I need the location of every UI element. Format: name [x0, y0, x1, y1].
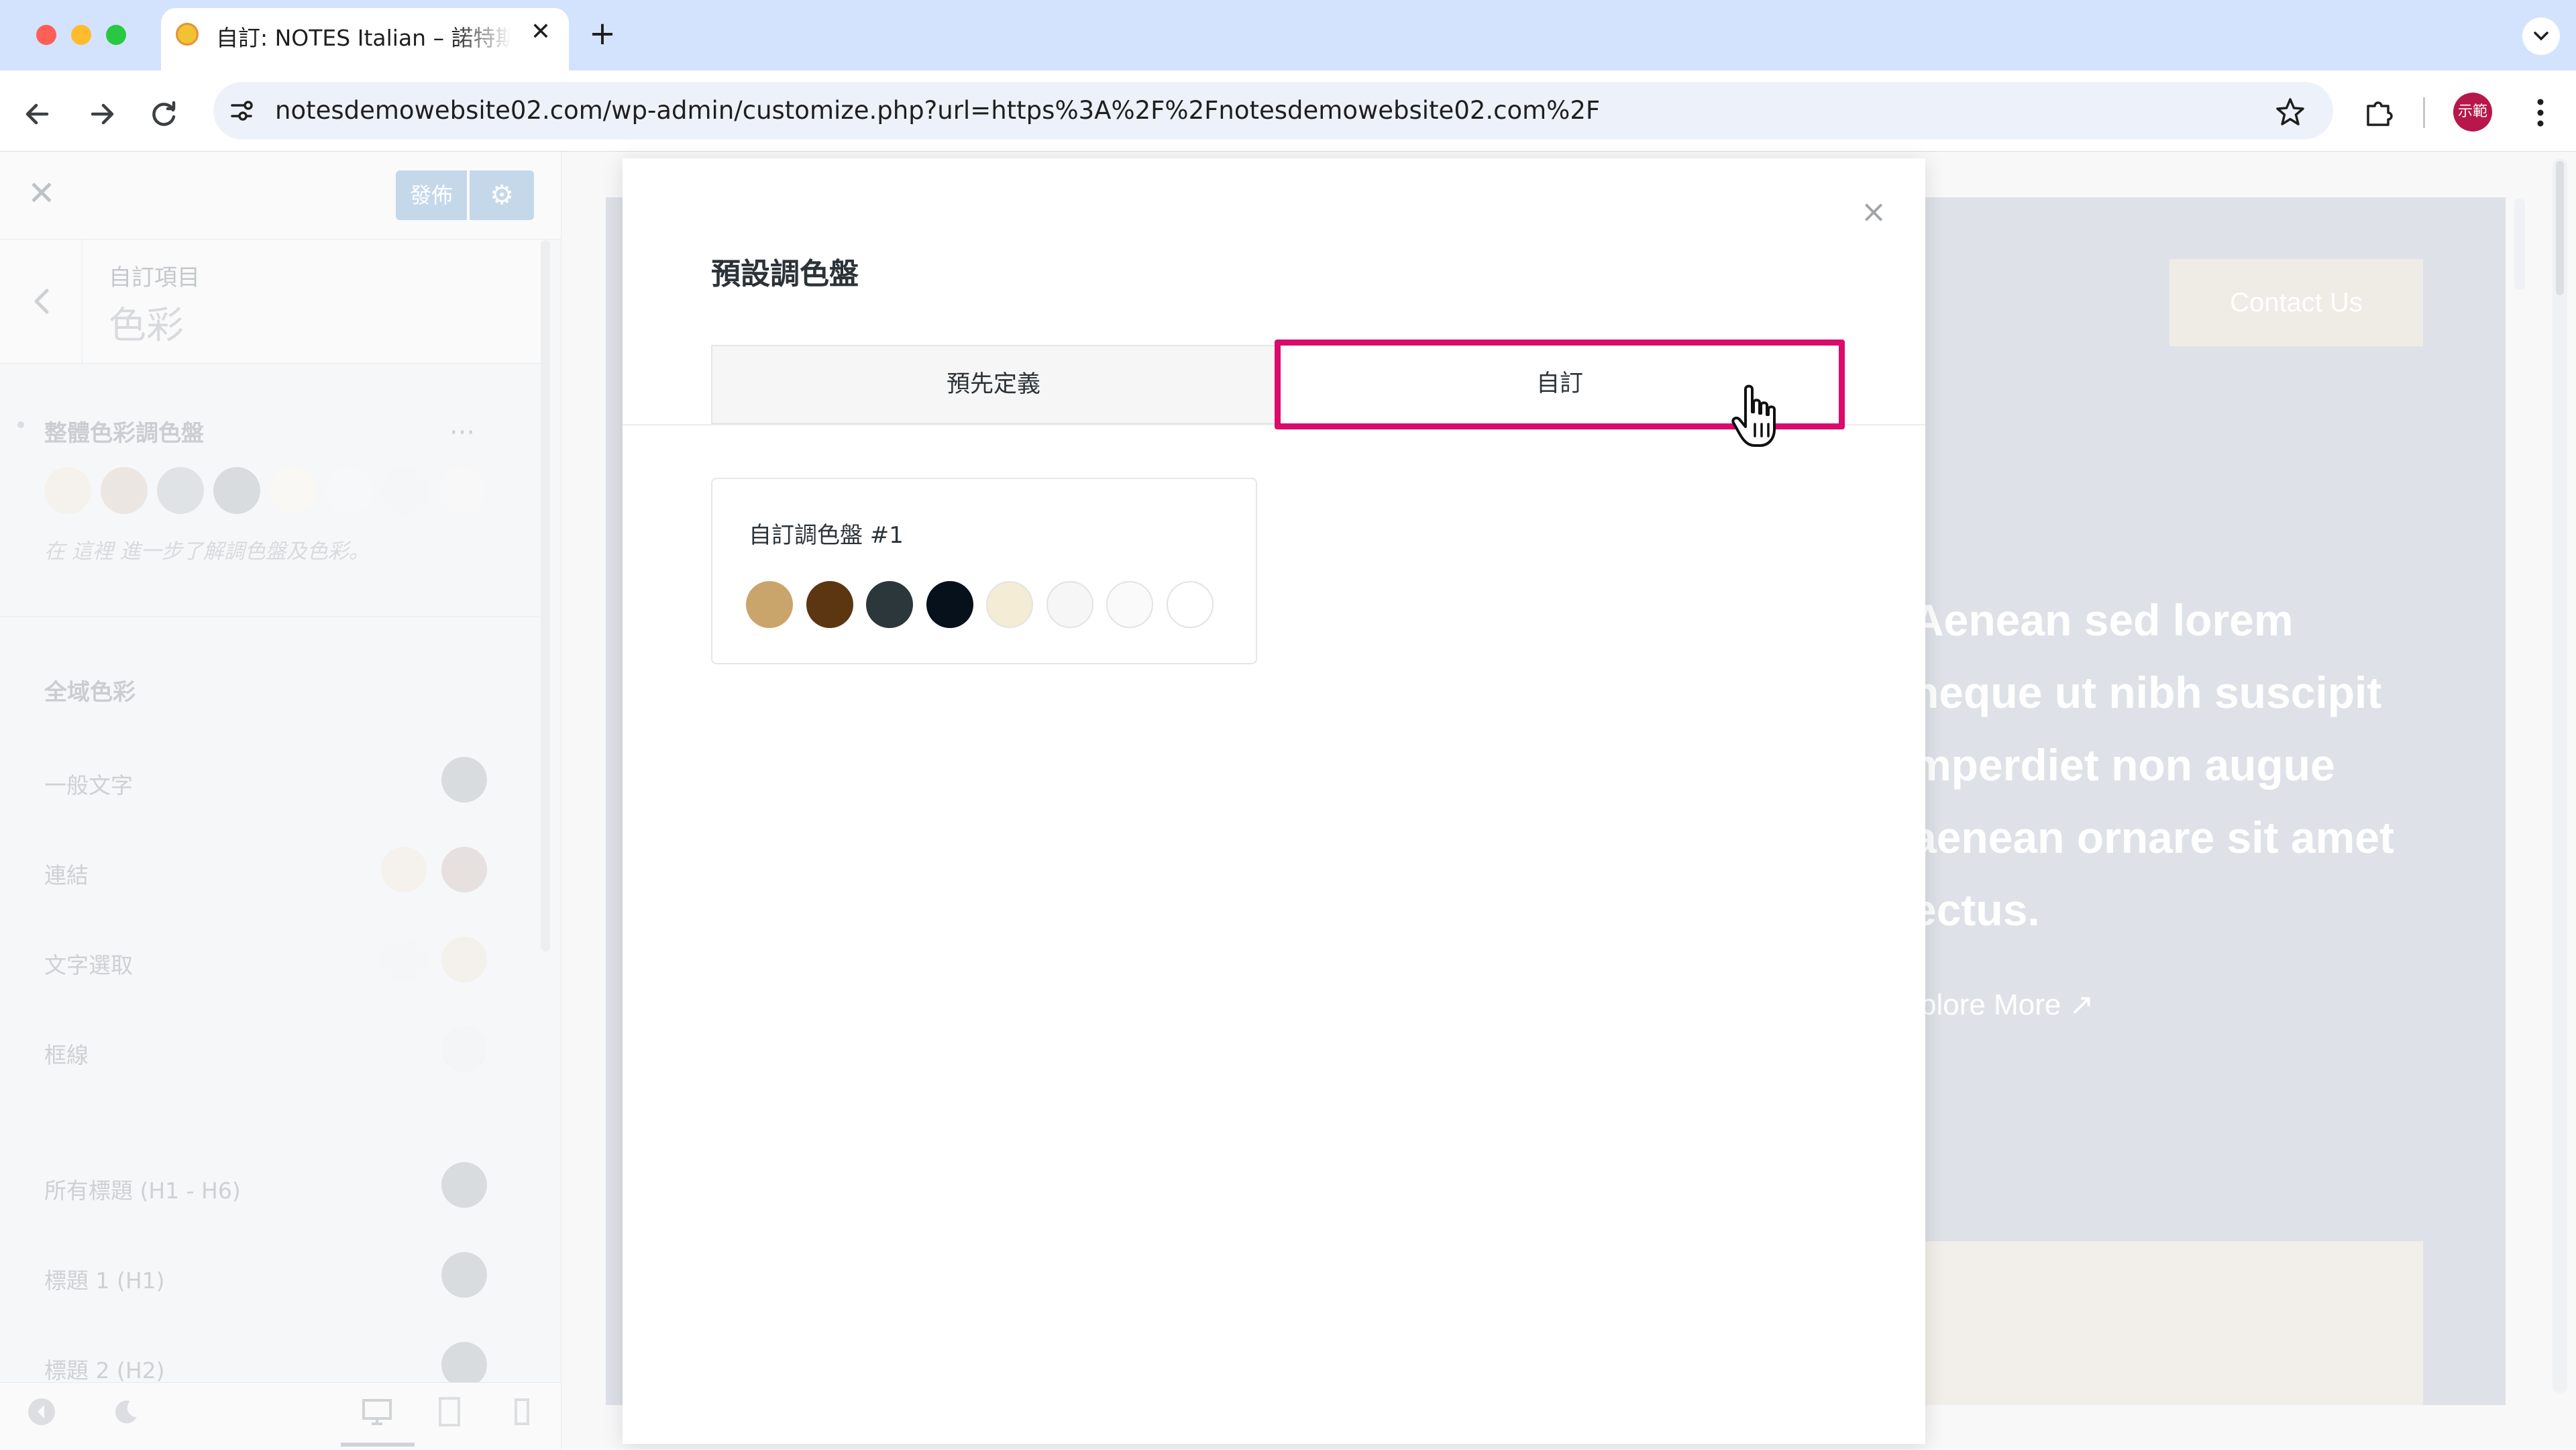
palette-color-swatch: [986, 581, 1033, 628]
palette-color-swatch: [1046, 581, 1093, 628]
back-arrow-icon[interactable]: [17, 94, 58, 134]
palette-color-swatch: [1166, 581, 1214, 628]
palette-color-swatch: [806, 581, 853, 628]
window-minimize-button[interactable]: [71, 25, 91, 45]
pointer-hand-cursor-icon: [1731, 384, 1776, 447]
palette-name: 自訂調色盤 #1: [749, 522, 904, 549]
bookmark-star-icon[interactable]: [2271, 94, 2309, 132]
window-zoom-button[interactable]: [106, 25, 126, 45]
palette-color-swatch: [746, 581, 793, 628]
chevron-down-icon: [2534, 32, 2548, 41]
new-tab-button[interactable]: +: [584, 16, 621, 54]
forward-arrow-icon[interactable]: [82, 94, 122, 134]
custom-palette-card[interactable]: [711, 478, 1257, 664]
palette-color-swatch: [926, 581, 973, 628]
site-favicon-icon: [176, 23, 199, 46]
toolbar-divider: [2423, 97, 2425, 128]
tab-search-button[interactable]: [2522, 17, 2560, 55]
profile-avatar[interactable]: 示範: [2453, 93, 2492, 132]
palette-color-swatch: [1106, 581, 1153, 628]
palette-color-swatch: [866, 581, 913, 628]
modal-title: 預設調色盤: [711, 257, 859, 291]
extensions-puzzle-icon[interactable]: [2360, 93, 2400, 133]
reload-icon[interactable]: [144, 94, 184, 134]
tab-title: 自訂: NOTES Italian – 諾特斯義: [216, 25, 511, 48]
url-text[interactable]: notesdemowebsite02.com/wp-admin/customiz…: [275, 96, 1600, 128]
tab-close-icon[interactable]: ✕: [526, 17, 555, 47]
modal-close-icon[interactable]: ×: [1858, 196, 1889, 227]
site-settings-icon[interactable]: [224, 93, 259, 128]
window-close-button[interactable]: [36, 25, 56, 45]
more-vertical-icon[interactable]: [2524, 93, 2557, 133]
tab-predefined[interactable]: 預先定義: [711, 345, 1276, 424]
